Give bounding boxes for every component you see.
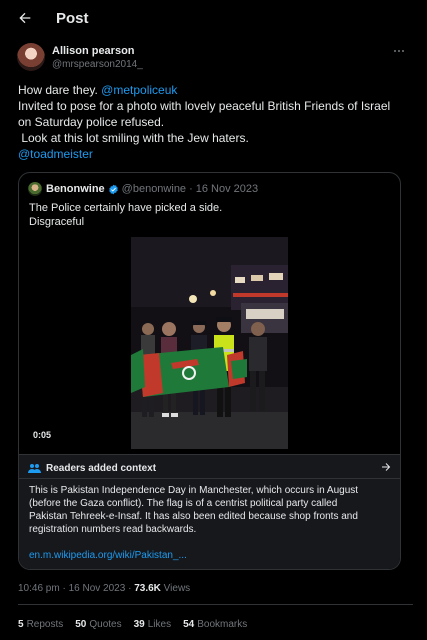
post-text-segment: How dare they. (18, 83, 102, 97)
post-line: Look at this lot smiling with the Jew ha… (18, 131, 249, 145)
more-dot-icon (402, 50, 404, 52)
back-button[interactable] (14, 7, 36, 29)
reposts-count: 5 (18, 619, 24, 630)
quotes-stat[interactable]: 50 Quotes (75, 619, 121, 630)
meta-separator: · (59, 583, 69, 594)
quoted-post[interactable]: Benonwine @benonwine · 16 Nov 2023 The P… (18, 172, 401, 570)
mention-link[interactable]: @toadmeister (18, 146, 413, 162)
community-note-link[interactable]: en.m.wikipedia.org/wiki/Pakistan_... (29, 550, 187, 561)
quote-text-line: Disgraceful (29, 216, 85, 228)
quote-separator: · (189, 183, 193, 195)
post-time[interactable]: 10:46 pm (18, 583, 60, 594)
stats-divider (18, 604, 413, 605)
bookmarks-count: 54 (183, 619, 195, 630)
top-bar: Post (0, 0, 427, 36)
post-line: How dare they. @metpoliceuk (18, 82, 413, 98)
author-name[interactable]: Allison pearson (52, 45, 135, 57)
quote-text-line: The Police certainly have picked a side. (29, 202, 223, 214)
quote-text: The Police certainly have picked a side.… (29, 201, 222, 229)
more-dot-icon (394, 50, 396, 52)
mention-link[interactable]: @metpoliceuk (101, 83, 177, 97)
likes-label: Likes (147, 619, 172, 630)
community-note-title: Readers added context (46, 462, 157, 474)
bookmarks-label: Bookmarks (197, 619, 248, 630)
arrow-right-icon[interactable] (380, 461, 392, 473)
post-line: Invited to pose for a photo with lovely … (18, 99, 391, 113)
page-title: Post (56, 10, 89, 27)
bookmarks-stat[interactable]: 54 Bookmarks (183, 619, 247, 630)
community-note-header: Readers added context (28, 461, 156, 475)
people-icon (28, 463, 41, 473)
quote-author-handle[interactable]: @benonwine (122, 183, 186, 195)
verified-badge-icon (108, 184, 119, 195)
more-options-button[interactable] (390, 45, 408, 57)
author-handle[interactable]: @mrspearson2014_ (52, 59, 143, 70)
more-dot-icon (398, 50, 400, 52)
quote-header: Benonwine @benonwine · 16 Nov 2023 (28, 181, 258, 197)
note-line: This is Pakistan Independence Day in Man… (29, 485, 359, 496)
reposts-label: Reposts (26, 619, 64, 630)
quotes-label: Quotes (89, 619, 122, 630)
community-note[interactable]: Readers added context This is Pakistan I… (19, 454, 400, 569)
post-meta: 10:46 pm · 16 Nov 2023 · 73.6K Views (18, 583, 190, 594)
video-duration-label: 0:05 (33, 430, 52, 440)
note-line: (before the Gaza conflict). The flag is … (29, 498, 338, 509)
post-date[interactable]: 16 Nov 2023 (69, 583, 126, 594)
views-label: Views (160, 583, 191, 594)
arrow-left-icon (19, 12, 31, 24)
note-line: Pakistan Tehreek-e-Insaf. It has also be… (29, 511, 358, 522)
reposts-stat[interactable]: 5 Reposts (18, 619, 63, 630)
video-player[interactable]: 0:05 (131, 237, 288, 449)
engagement-stats: 5 Reposts 50 Quotes 39 Likes 54 Bookmarks (18, 619, 247, 630)
post-author: Allison pearson @mrspearson2014_ (17, 43, 412, 75)
quote-author-name[interactable]: Benonwine (46, 183, 105, 195)
post-body: How dare they. @metpoliceuk Invited to p… (18, 82, 413, 162)
meta-separator: · (125, 583, 135, 594)
quote-date[interactable]: 16 Nov 2023 (196, 183, 258, 195)
views-count: 73.6K (134, 583, 161, 594)
community-note-body: This is Pakistan Independence Day in Man… (29, 484, 397, 536)
quote-avatar[interactable] (28, 182, 42, 196)
likes-stat[interactable]: 39 Likes (134, 619, 171, 630)
community-note-divider (19, 478, 400, 479)
quotes-count: 50 (75, 619, 87, 630)
avatar[interactable] (17, 43, 45, 71)
post-line: on Saturday police refused. (18, 115, 165, 129)
note-line: registration numbers read backwards. (29, 524, 197, 535)
video-frame (131, 237, 288, 449)
likes-count: 39 (133, 619, 145, 630)
